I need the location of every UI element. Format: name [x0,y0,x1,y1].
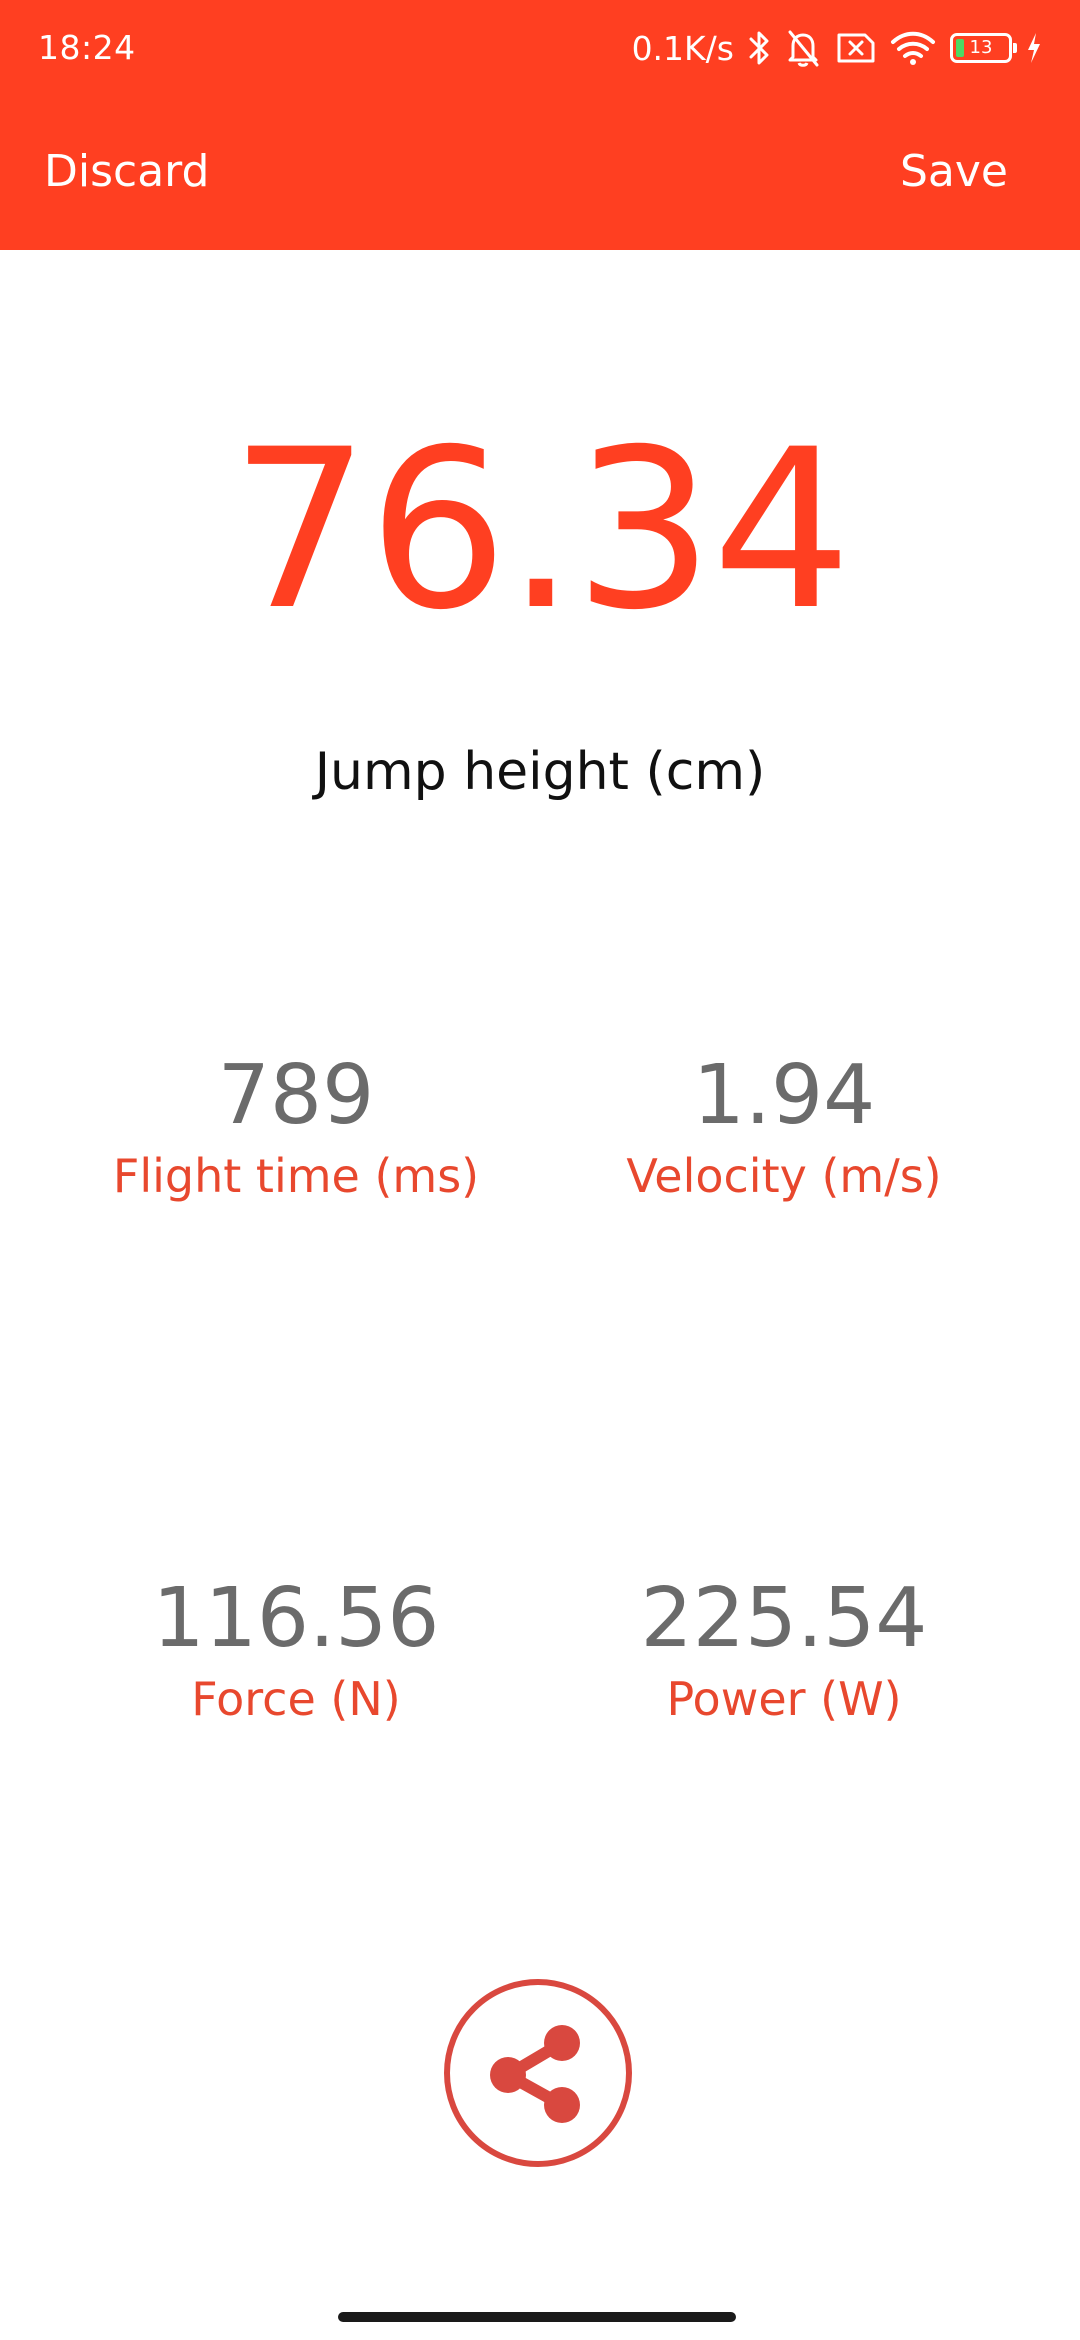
velocity-value: 1.94 [692,1048,876,1143]
force-label: Force (N) [191,1672,401,1726]
flight-time-metric: 789 Flight time (ms) [36,1048,556,1203]
app-bar: 18:24 0.1K/s 13 Discard Save [0,0,1080,250]
force-value: 116.56 [152,1571,440,1666]
status-icons: 0.1K/s 13 [632,24,1042,72]
discard-button[interactable]: Discard [44,146,209,197]
flight-time-value: 789 [217,1048,375,1143]
flight-time-label: Flight time (ms) [112,1149,480,1203]
force-metric: 116.56 Force (N) [36,1571,556,1726]
jump-height-label: Jump height (cm) [314,742,766,802]
share-button[interactable] [444,1979,632,2167]
battery-level: 13 [969,37,993,58]
battery-icon: 13 [950,33,1017,63]
status-time: 18:24 [38,28,136,67]
wifi-icon [890,26,936,70]
velocity-label: Velocity (m/s) [626,1149,942,1203]
power-metric: 225.54 Power (W) [524,1571,1044,1726]
bluetooth-icon [748,26,770,70]
jump-height-value: 76.34 [230,402,852,658]
sim-off-icon [836,26,876,70]
home-indicator[interactable] [338,2312,736,2322]
power-value: 225.54 [640,1571,928,1666]
share-icon [490,2025,580,2123]
charging-icon [1026,26,1042,70]
battery-fill [956,39,964,57]
power-label: Power (W) [666,1672,902,1726]
velocity-metric: 1.94 Velocity (m/s) [524,1048,1044,1203]
bell-muted-icon [784,26,822,70]
network-speed: 0.1K/s [631,28,734,68]
save-button[interactable]: Save [900,146,1008,197]
